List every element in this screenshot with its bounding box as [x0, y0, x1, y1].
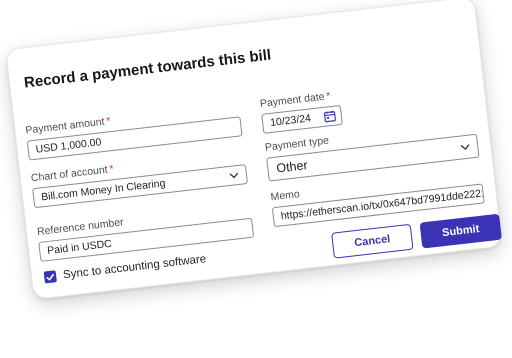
payment-date-value: 10/23/24 [269, 112, 312, 129]
sync-label: Sync to accounting software [62, 253, 207, 282]
sync-checkbox[interactable] [43, 270, 57, 284]
calendar-icon[interactable] [323, 110, 336, 123]
payment-date-input[interactable]: 10/23/24 [261, 104, 343, 134]
memo-value: https://etherscan.io/tx/0x647bd7991dde22… [280, 185, 485, 223]
required-mark: * [105, 115, 112, 128]
required-mark: * [325, 90, 332, 103]
payment-type-value: Other [275, 158, 309, 176]
cancel-button[interactable]: Cancel [331, 223, 414, 259]
reference-number-value: Paid in USDC [46, 237, 113, 258]
chevron-down-icon [459, 140, 472, 153]
record-payment-dialog: Record a payment towards this bill Payme… [5, 0, 503, 300]
submit-button[interactable]: Submit [419, 213, 502, 249]
payment-amount-value: USD 1,000.00 [35, 136, 103, 156]
required-mark: * [108, 163, 115, 176]
checkmark-icon [46, 273, 55, 281]
dialog-title: Record a payment towards this bill [23, 46, 272, 92]
chevron-down-icon [227, 169, 240, 182]
memo-label: Memo [270, 188, 301, 204]
